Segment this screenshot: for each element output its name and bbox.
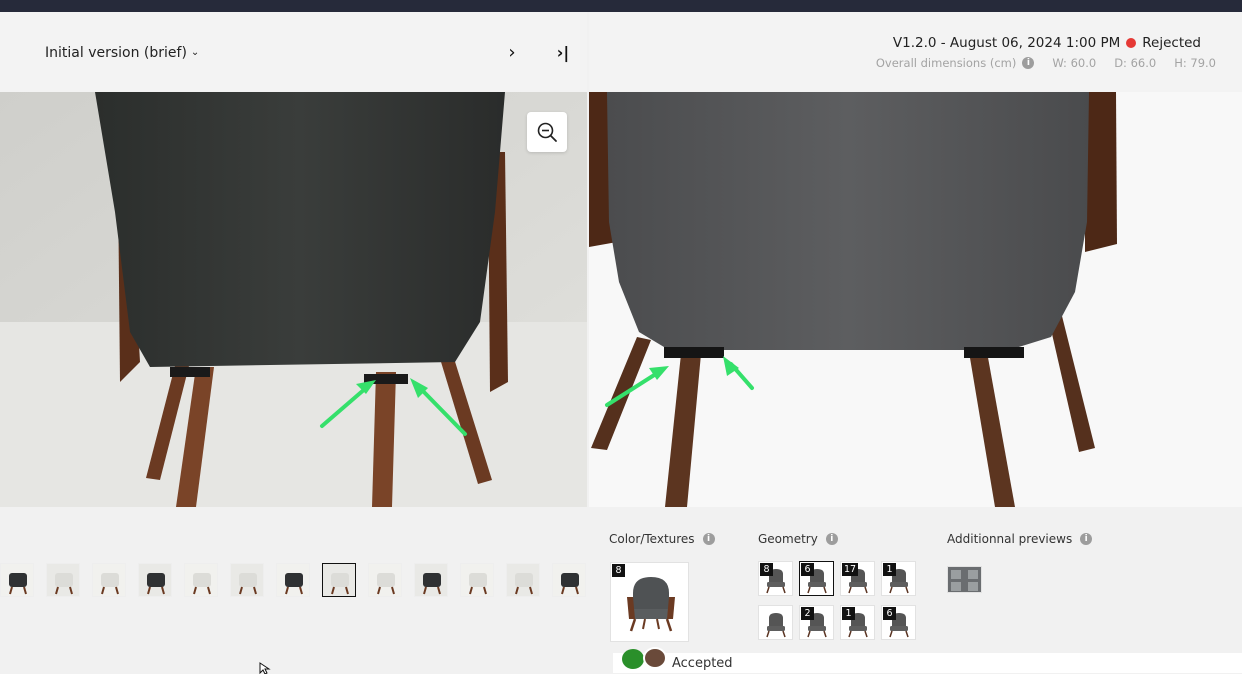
color-textures-title: Color/Textures: [609, 532, 695, 546]
zoom-out-icon: [537, 122, 557, 142]
chevron-right-icon[interactable]: ›: [503, 43, 521, 63]
tile-count-badge: 2: [801, 607, 814, 620]
info-icon[interactable]: i: [1022, 57, 1035, 69]
info-icon[interactable]: i: [1080, 533, 1093, 545]
avatar: [643, 647, 667, 669]
geometry-tile[interactable]: 2: [799, 605, 834, 640]
thumbnail-item[interactable]: [184, 563, 218, 597]
version-dropdown-label: Initial version (brief): [45, 45, 187, 61]
thumbnail-item[interactable]: [506, 563, 540, 597]
photo-thumbnail-icon: [461, 564, 493, 596]
dimension-height: H: 79.0: [1174, 56, 1216, 70]
right-header: V1.2.0 - August 06, 2024 1:00 PM Rejecte…: [589, 12, 1242, 92]
mouse-cursor-icon: [259, 662, 271, 674]
thumbnail-item[interactable]: [0, 563, 34, 597]
geometry-tile[interactable]: 17: [840, 561, 875, 596]
dimension-width: W: 60.0: [1052, 56, 1097, 70]
thumbnail-item[interactable]: [230, 563, 264, 597]
tile-count-badge: 17: [842, 563, 859, 576]
preview-grid-icon: [951, 570, 978, 591]
photo-thumbnail-icon: [47, 564, 79, 596]
geometry-tile[interactable]: 1: [881, 561, 916, 596]
tile-count-badge: 8: [760, 563, 773, 576]
info-icon[interactable]: i: [825, 533, 838, 545]
avatar: [622, 649, 644, 669]
skip-to-last-icon[interactable]: ›|: [553, 43, 573, 63]
photo-thumbnail-icon: [1, 564, 33, 596]
photo-thumbnail-icon: [415, 564, 447, 596]
photo-thumbnail-icon: [507, 564, 539, 596]
top-strip: [0, 0, 1242, 12]
version-text: V1.2.0 - August 06, 2024 1:00 PM: [892, 35, 1121, 51]
dimensions-row: Overall dimensions (cm) i W: 60.0 D: 66.…: [876, 56, 1216, 70]
preview-panel: Color/Textures i Geometry i Additionnal …: [589, 507, 1242, 673]
additional-preview-tile[interactable]: [947, 566, 982, 593]
tile-count-badge: 6: [801, 563, 814, 576]
model-render[interactable]: [589, 92, 1242, 507]
chair-thumbnail-icon: [766, 613, 786, 638]
color-textures-header: Color/Textures i: [609, 532, 715, 546]
thumbnail-item[interactable]: [322, 563, 356, 597]
geometry-tile[interactable]: 8: [758, 561, 793, 596]
tile-count-badge: 1: [842, 607, 855, 620]
tile-count-badge: 8: [612, 564, 625, 577]
status-badge: Rejected: [1142, 35, 1201, 51]
thumbnail-item[interactable]: [92, 563, 126, 597]
photo-thumbnail-icon: [369, 564, 401, 596]
geometry-tile[interactable]: 6: [881, 605, 916, 640]
zoom-out-button[interactable]: [527, 112, 567, 152]
chevron-down-icon: ⌄: [190, 46, 200, 58]
thumbnail-item[interactable]: [276, 563, 310, 597]
thumbnail-item[interactable]: [46, 563, 80, 597]
photo-thumbnail-icon: [323, 564, 355, 596]
version-info: V1.2.0 - August 06, 2024 1:00 PM Rejecte…: [893, 35, 1201, 51]
reference-photo[interactable]: [0, 92, 587, 507]
photo-thumbnail-icon: [553, 564, 585, 596]
thumbnail-item[interactable]: [414, 563, 448, 597]
left-header: Initial version (brief) ⌄ › ›|: [0, 12, 587, 92]
dimension-depth: D: 66.0: [1114, 56, 1157, 70]
info-icon[interactable]: i: [702, 533, 715, 545]
geometry-title: Geometry: [758, 532, 818, 546]
feed-status-text: Accepted: [672, 656, 733, 671]
photo-thumbnail-icon: [231, 564, 263, 596]
version-dropdown[interactable]: Initial version (brief) ⌄: [45, 45, 199, 61]
tile-count-badge: 1: [883, 563, 896, 576]
render-chair-image: [589, 92, 1242, 507]
additional-previews-title: Additionnal previews: [947, 532, 1073, 546]
tile-count-badge: 6: [883, 607, 896, 620]
thumbnail-strip: [0, 507, 587, 673]
thumbnail-item[interactable]: [138, 563, 172, 597]
geometry-tile[interactable]: 1: [840, 605, 875, 640]
geometry-tile[interactable]: 6: [799, 561, 834, 596]
geometry-header: Geometry i: [758, 532, 838, 546]
photo-thumbnail-icon: [93, 564, 125, 596]
thumbnail-item[interactable]: [460, 563, 494, 597]
photo-thumbnail-icon: [139, 564, 171, 596]
thumbnail-item[interactable]: [552, 563, 586, 597]
reference-chair-image: [0, 92, 587, 507]
color-texture-tile[interactable]: 8: [610, 562, 689, 642]
photo-thumbnail-icon: [185, 564, 217, 596]
additional-previews-header: Additionnal previews i: [947, 532, 1093, 546]
thumbnail-item[interactable]: [368, 563, 402, 597]
geometry-tile[interactable]: [758, 605, 793, 640]
status-dot: [1126, 38, 1137, 48]
photo-thumbnail-icon: [277, 564, 309, 596]
dimensions-label: Overall dimensions (cm): [875, 56, 1017, 70]
